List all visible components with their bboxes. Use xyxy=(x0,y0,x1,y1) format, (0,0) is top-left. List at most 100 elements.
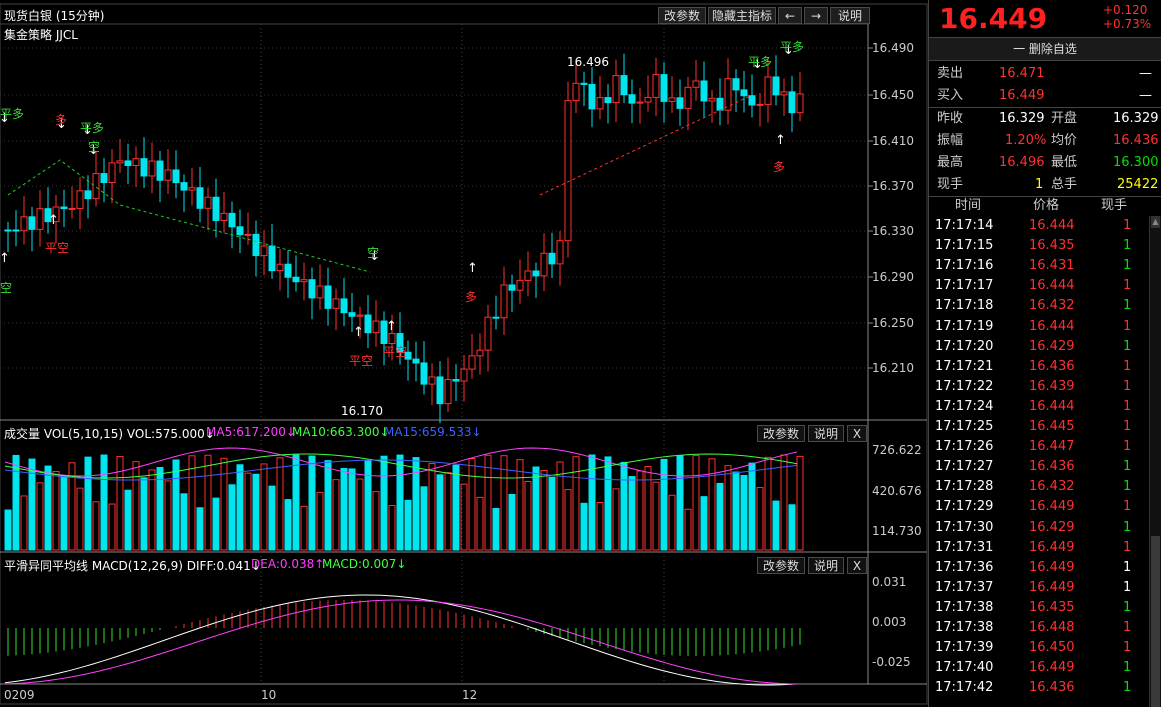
volume-edit-params-button[interactable]: 改参数 xyxy=(757,425,805,442)
price-change-pct: +0.73% xyxy=(1103,17,1152,31)
signal-arrow-icon: ↑ xyxy=(775,133,786,148)
signal-label: 平多 xyxy=(0,107,25,121)
candle-body xyxy=(260,245,268,257)
signal-label: 平多 xyxy=(780,40,805,54)
volume-bar xyxy=(348,468,356,551)
tick-volume: 1 xyxy=(1123,358,1132,374)
edit-params-button[interactable]: 改参数 xyxy=(658,7,706,24)
tick-volume: 1 xyxy=(1123,338,1132,354)
hide-main-indicator-button[interactable]: 隐藏主指标 xyxy=(708,7,776,24)
candle-body xyxy=(652,74,660,98)
volume-bar xyxy=(476,496,484,551)
arrow-left-icon[interactable]: ← xyxy=(778,7,802,24)
tick-row: 17:17:20 16.429 1 xyxy=(929,337,1149,357)
time-axis-label: 10 xyxy=(261,688,277,702)
tick-price: 16.447 xyxy=(1029,439,1075,455)
tick-price: 16.444 xyxy=(1029,278,1075,294)
candle-body xyxy=(588,83,596,110)
candle-body xyxy=(692,80,700,88)
volume-bar xyxy=(708,458,716,551)
volume-bar xyxy=(556,461,564,551)
tick-price: 16.432 xyxy=(1029,479,1075,495)
volume-bar xyxy=(340,467,348,551)
volume-help-button[interactable]: 说明 xyxy=(808,425,844,442)
volume-bar xyxy=(740,474,748,551)
macd-help-button[interactable]: 说明 xyxy=(808,557,844,574)
candle-body xyxy=(676,97,684,109)
volume-bar xyxy=(308,455,316,551)
low-value: 16.300 xyxy=(1113,155,1159,170)
volume-bar xyxy=(788,504,796,551)
tick-volume: 1 xyxy=(1123,298,1132,314)
candle-body xyxy=(28,216,36,230)
signal-arrow-icon: ↑ xyxy=(48,213,59,228)
volume-bar xyxy=(220,457,228,551)
candle-body xyxy=(436,376,444,405)
volume-bar xyxy=(428,463,436,551)
tick-time: 17:17:40 xyxy=(935,660,994,676)
stat-label: 均价 xyxy=(1051,133,1078,148)
candle-body xyxy=(164,169,172,181)
help-button[interactable]: 说明 xyxy=(830,7,870,24)
tick-row: 17:17:27 16.436 1 xyxy=(929,457,1149,477)
candle-body xyxy=(388,333,396,345)
tick-scrollbar[interactable]: ▲ xyxy=(1149,216,1161,707)
volume-bar xyxy=(548,476,556,551)
candle-body xyxy=(236,226,244,236)
scroll-up-icon[interactable]: ▲ xyxy=(1151,216,1160,228)
candle-body xyxy=(340,298,348,314)
volume-bar xyxy=(676,455,684,551)
volume-bar xyxy=(780,454,788,551)
stat-label: 最低 xyxy=(1051,155,1078,170)
tick-volume: 1 xyxy=(1123,680,1132,696)
volume-close-icon[interactable]: X xyxy=(847,425,867,442)
candle-body xyxy=(564,100,572,242)
candle-body xyxy=(620,75,628,96)
remove-favorite-button[interactable]: 一 删除自选 xyxy=(929,37,1161,61)
volume-bar xyxy=(364,460,372,551)
quote-stat-row: 振幅 1.20% 均价 16.436 xyxy=(929,130,1161,152)
volume-bar xyxy=(692,454,700,551)
candle-body xyxy=(556,240,564,265)
tick-row: 17:17:22 16.439 1 xyxy=(929,377,1149,397)
tick-time: 17:17:15 xyxy=(935,238,994,254)
volume-bar xyxy=(772,500,780,551)
stat-label: 昨收 xyxy=(937,111,964,126)
tick-time: 17:17:38 xyxy=(935,620,994,635)
volume-bar xyxy=(60,475,68,551)
avg-price-value: 16.436 xyxy=(1113,133,1159,148)
tick-time: 17:17:25 xyxy=(935,419,994,434)
tick-volume: 1 xyxy=(1123,419,1132,434)
tick-volume: 1 xyxy=(1123,599,1132,615)
candle-body xyxy=(204,196,212,209)
quote-stat-row: 昨收 16.329 开盘 16.329 xyxy=(929,108,1161,130)
chart-canvas[interactable]: ↓ ↓ ↓↓↑↑↑ ↑↑↓↓↑↓ xyxy=(0,0,928,707)
tick-price: 16.444 xyxy=(1029,318,1075,334)
candle-body xyxy=(292,276,300,283)
signal-arrow-icon: ↑ xyxy=(467,261,478,276)
candle-body xyxy=(300,279,308,283)
quote-panel: 16.449 ⬆ +0.120 +0.73% 一 删除自选 卖出 16.471 … xyxy=(928,0,1161,707)
arrow-right-icon[interactable]: → xyxy=(804,7,828,24)
tick-volume: 1 xyxy=(1123,579,1132,595)
scrollbar-thumb[interactable] xyxy=(1151,536,1160,707)
tick-price: 16.429 xyxy=(1029,338,1075,354)
signal-arrow-icon: ↑ xyxy=(353,325,364,340)
price-axis-label: 16.450 xyxy=(872,88,914,102)
signal-label: 多 xyxy=(773,160,786,174)
candle-body xyxy=(684,86,692,109)
candle-body xyxy=(332,298,340,309)
tick-header: 时间 xyxy=(955,198,982,213)
open-value: 16.329 xyxy=(1113,111,1159,126)
tick-time: 17:17:14 xyxy=(935,218,994,233)
tick-header: 现手 xyxy=(1101,198,1128,213)
candle-body xyxy=(284,263,292,278)
candle-body xyxy=(60,206,68,210)
quote-stat-row: 现手 1 总手 25422 xyxy=(929,174,1161,196)
macd-dea: DEA:0.038↑ xyxy=(251,557,325,571)
volume-bar xyxy=(300,505,308,551)
macd-close-icon[interactable]: X xyxy=(847,557,867,574)
candle-body xyxy=(140,158,148,177)
candle-body xyxy=(252,233,260,257)
macd-edit-params-button[interactable]: 改参数 xyxy=(757,557,805,574)
